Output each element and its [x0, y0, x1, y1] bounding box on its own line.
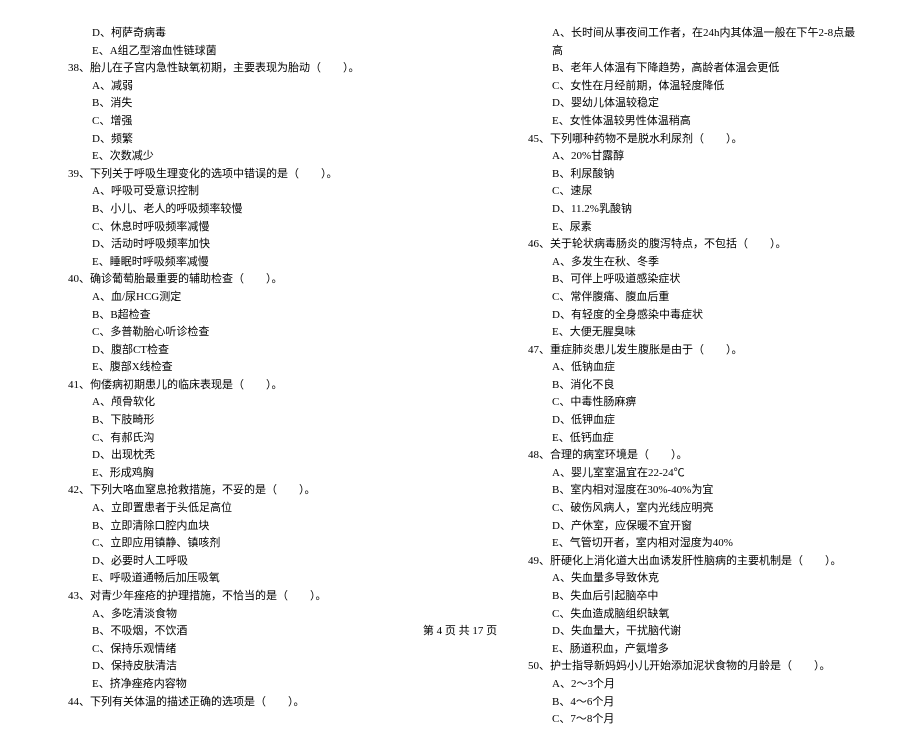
option-line: C、立即应用镇静、镇咳剂 — [60, 535, 400, 553]
option-line: D、11.2%乳酸钠 — [520, 201, 860, 219]
option-line: D、婴幼儿体温较稳定 — [520, 95, 860, 113]
option-line: A、20%甘露醇 — [520, 148, 860, 166]
option-line: D、柯萨奇病毒 — [60, 25, 400, 43]
question-line: 50、护士指导新妈妈小儿开始添加泥状食物的月龄是（ ）。 — [520, 658, 860, 676]
option-line: A、多吃清淡食物 — [60, 606, 400, 624]
option-line: E、气管切开者，室内相对湿度为40% — [520, 535, 860, 553]
option-line: C、中毒性肠麻痹 — [520, 394, 860, 412]
option-line: A、2～3个月 — [520, 676, 860, 694]
option-line: C、失血造成脑组织缺氧 — [520, 606, 860, 624]
option-line: C、女性在月经前期，体温轻度降低 — [520, 78, 860, 96]
option-line: D、失血量大，干扰脑代谢 — [520, 623, 860, 641]
option-line: B、不吸烟，不饮酒 — [60, 623, 400, 641]
option-line: A、婴儿室室温宜在22-24℃ — [520, 465, 860, 483]
option-line: B、老年人体温有下降趋势，高龄者体温会更低 — [520, 60, 860, 78]
option-line: B、B超检查 — [60, 307, 400, 325]
option-line: E、女性体温较男性体温稍高 — [520, 113, 860, 131]
option-line: B、失血后引起脑卒中 — [520, 588, 860, 606]
option-line: D、有轻度的全身感染中毒症状 — [520, 307, 860, 325]
option-line: A、失血量多导致休克 — [520, 570, 860, 588]
option-line: B、小儿、老人的呼吸频率较慢 — [60, 201, 400, 219]
option-line: C、多普勒胎心听诊检查 — [60, 324, 400, 342]
option-line: C、速尿 — [520, 183, 860, 201]
option-line: E、次数减少 — [60, 148, 400, 166]
option-line: D、低钾血症 — [520, 412, 860, 430]
option-line: B、下肢畸形 — [60, 412, 400, 430]
option-line: D、活动时呼吸频率加快 — [60, 236, 400, 254]
right-column: A、长时间从事夜间工作者，在24h内其体温一般在下午2-8点最高B、老年人体温有… — [520, 25, 860, 620]
option-line: A、颅骨软化 — [60, 394, 400, 412]
option-line: D、产休室，应保暖不宜开窗 — [520, 518, 860, 536]
option-line: A、长时间从事夜间工作者，在24h内其体温一般在下午2-8点最高 — [520, 25, 860, 60]
option-line: A、立即置患者于头低足高位 — [60, 500, 400, 518]
question-line: 47、重症肺炎患儿发生腹胀是由于（ ）。 — [520, 342, 860, 360]
question-line: 43、对青少年痤疮的护理措施，不恰当的是（ ）。 — [60, 588, 400, 606]
option-line: D、频繁 — [60, 131, 400, 149]
option-line: E、呼吸道通畅后加压吸氧 — [60, 570, 400, 588]
option-line: E、A组乙型溶血性链球菌 — [60, 43, 400, 61]
option-line: A、减弱 — [60, 78, 400, 96]
option-line: C、休息时呼吸频率减慢 — [60, 219, 400, 237]
question-line: 39、下列关于呼吸生理变化的选项中错误的是（ ）。 — [60, 166, 400, 184]
option-line: A、低钠血症 — [520, 359, 860, 377]
option-line: E、形成鸡胸 — [60, 465, 400, 483]
option-line: E、低钙血症 — [520, 430, 860, 448]
question-line: 38、胎儿在子宫内急性缺氧初期，主要表现为胎动（ ）。 — [60, 60, 400, 78]
option-line: C、增强 — [60, 113, 400, 131]
option-line: B、室内相对湿度在30%-40%为宜 — [520, 482, 860, 500]
option-line: A、血/尿HCG测定 — [60, 289, 400, 307]
question-line: 45、下列哪种药物不是脱水利尿剂（ ）。 — [520, 131, 860, 149]
option-line: B、消化不良 — [520, 377, 860, 395]
option-line: E、大便无腥臭味 — [520, 324, 860, 342]
option-line: B、可伴上呼吸道感染症状 — [520, 271, 860, 289]
option-line: C、7～8个月 — [520, 711, 860, 729]
option-line: B、利尿酸钠 — [520, 166, 860, 184]
option-line: D、必要时人工呼吸 — [60, 553, 400, 571]
question-line: 49、肝硬化上消化道大出血诱发肝性脑病的主要机制是（ ）。 — [520, 553, 860, 571]
question-line: 41、佝偻病初期患儿的临床表现是（ ）。 — [60, 377, 400, 395]
option-line: A、多发生在秋、冬季 — [520, 254, 860, 272]
question-line: 48、合理的病室环境是（ ）。 — [520, 447, 860, 465]
option-line: E、挤净痤疮内容物 — [60, 676, 400, 694]
question-line: 46、关于轮状病毒肠炎的腹泻特点，不包括（ ）。 — [520, 236, 860, 254]
option-line: D、出现枕秃 — [60, 447, 400, 465]
option-line: E、睡眠时呼吸频率减慢 — [60, 254, 400, 272]
option-line: C、有郝氏沟 — [60, 430, 400, 448]
question-line: 44、下列有关体温的描述正确的选项是（ ）。 — [60, 694, 400, 712]
content-columns: D、柯萨奇病毒E、A组乙型溶血性链球菌38、胎儿在子宫内急性缺氧初期，主要表现为… — [60, 25, 860, 620]
question-line: 42、下列大咯血窒息抢救措施，不妥的是（ ）。 — [60, 482, 400, 500]
option-line: D、保持皮肤清洁 — [60, 658, 400, 676]
option-line: E、腹部X线检查 — [60, 359, 400, 377]
question-line: 40、确诊葡萄胎最重要的辅助检查（ ）。 — [60, 271, 400, 289]
option-line: B、消失 — [60, 95, 400, 113]
option-line: C、破伤风病人，室内光线应明亮 — [520, 500, 860, 518]
option-line: B、4～6个月 — [520, 694, 860, 712]
option-line: A、呼吸可受意识控制 — [60, 183, 400, 201]
left-column: D、柯萨奇病毒E、A组乙型溶血性链球菌38、胎儿在子宫内急性缺氧初期，主要表现为… — [60, 25, 400, 620]
option-line: E、尿素 — [520, 219, 860, 237]
option-line: B、立即清除口腔内血块 — [60, 518, 400, 536]
option-line: C、常伴腹痛、腹血后重 — [520, 289, 860, 307]
option-line: D、腹部CT检查 — [60, 342, 400, 360]
